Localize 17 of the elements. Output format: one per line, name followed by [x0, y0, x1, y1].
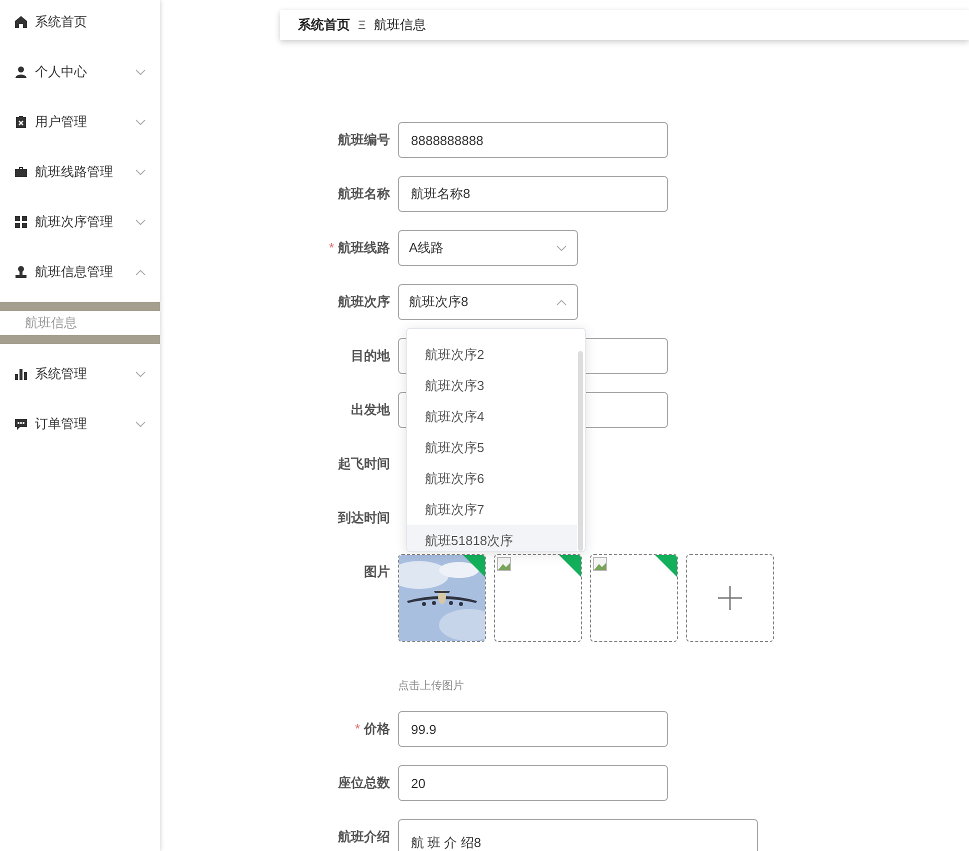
field-label: 航班编号 — [338, 132, 390, 147]
upload-hint: 点击上传图片 — [398, 678, 465, 693]
field-label: 图片 — [364, 564, 390, 579]
required-mark: * — [328, 240, 334, 255]
field-label: 航班次序 — [338, 294, 390, 309]
field-label: 目的地 — [351, 348, 390, 363]
field-label: 航班线路 — [338, 240, 390, 255]
breadcrumb-separator: Ξ — [358, 18, 366, 32]
field-label: 价格 — [364, 721, 390, 736]
breadcrumb-item: 航班信息 — [374, 16, 426, 34]
field-label: 出发地 — [351, 402, 390, 417]
required-mark: * — [354, 721, 360, 736]
field-label: 到达时间 — [338, 510, 390, 525]
field-label: 起飞时间 — [338, 456, 390, 471]
field-label: 座位总数 — [338, 775, 390, 790]
field-label: 航班名称 — [338, 186, 390, 201]
field-label: 航班介绍 — [338, 829, 390, 844]
